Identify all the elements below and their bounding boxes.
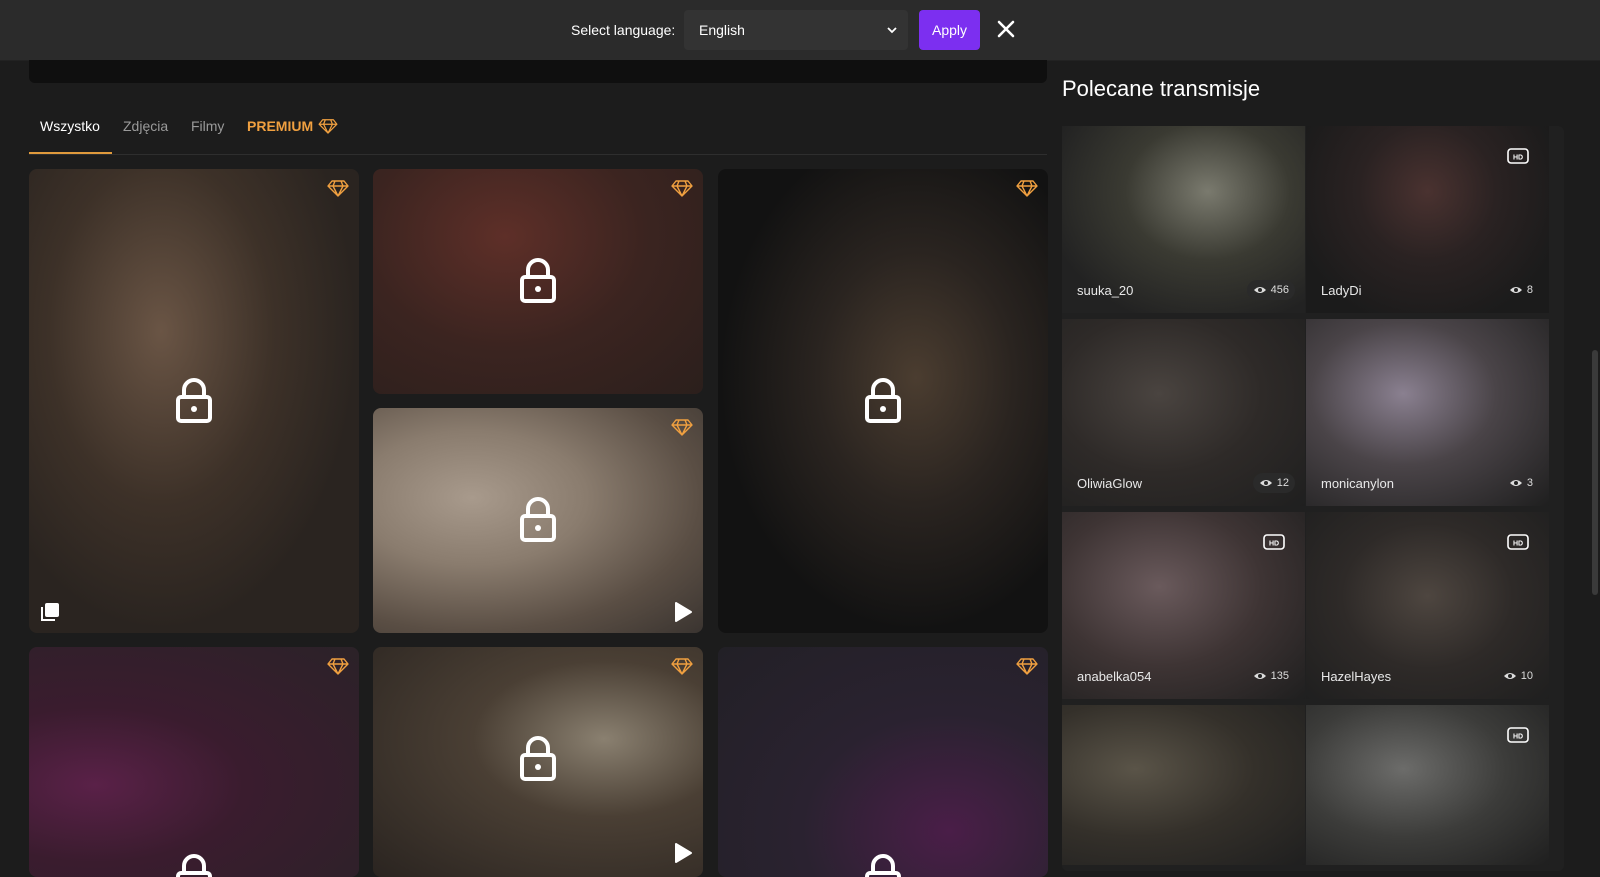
top-content-strip bbox=[29, 60, 1047, 83]
page-scrollbar[interactable] bbox=[1592, 350, 1598, 595]
lock-icon bbox=[865, 378, 901, 423]
viewer-count: 135 bbox=[1247, 666, 1295, 686]
lock-icon bbox=[865, 854, 901, 877]
stream-name: monicanylon bbox=[1321, 476, 1394, 491]
tab-photos[interactable]: Zdjęcia bbox=[123, 118, 168, 134]
stream-name: suuka_20 bbox=[1077, 283, 1134, 298]
eye-icon bbox=[1509, 480, 1522, 486]
gallery-card[interactable] bbox=[29, 169, 359, 633]
hd-icon: HD bbox=[1263, 534, 1285, 550]
tab-videos[interactable]: Filmy bbox=[191, 118, 224, 134]
recommended-streams-title: Polecane transmisje bbox=[1062, 76, 1261, 101]
content-tabs: Wszystko Zdjęcia Filmy PREMIUM bbox=[29, 105, 1047, 155]
viewer-count-value: 12 bbox=[1276, 477, 1289, 489]
svg-text:HD: HD bbox=[1513, 155, 1523, 162]
gem-icon bbox=[671, 419, 693, 436]
gallery-icon bbox=[41, 603, 59, 621]
eye-icon bbox=[1253, 673, 1266, 679]
eye-icon bbox=[1509, 287, 1522, 293]
lock-icon bbox=[520, 736, 556, 781]
lock-icon bbox=[176, 854, 212, 877]
svg-text:HD: HD bbox=[1269, 541, 1279, 548]
stream-card[interactable]: HD HazelHayes 10 bbox=[1306, 512, 1549, 699]
gem-icon bbox=[1016, 658, 1038, 675]
stream-card[interactable]: monicanylon 3 bbox=[1306, 319, 1549, 506]
play-icon bbox=[675, 602, 692, 622]
gallery-card[interactable] bbox=[29, 647, 359, 877]
gem-icon bbox=[671, 180, 693, 197]
gem-icon bbox=[1016, 180, 1038, 197]
language-selected-value: English bbox=[699, 22, 745, 38]
hd-icon: HD bbox=[1507, 148, 1529, 164]
svg-text:HD: HD bbox=[1513, 734, 1523, 741]
viewer-count-value: 10 bbox=[1520, 670, 1533, 682]
stream-name: anabelka054 bbox=[1077, 669, 1152, 684]
apply-button[interactable]: Apply bbox=[919, 10, 980, 50]
viewer-count-value: 456 bbox=[1270, 284, 1289, 296]
viewer-count: 456 bbox=[1246, 280, 1295, 300]
gallery-card[interactable] bbox=[373, 169, 703, 394]
stream-card[interactable]: HD bbox=[1306, 705, 1549, 865]
tab-premium-label: PREMIUM bbox=[247, 118, 314, 134]
language-label: Select language: bbox=[571, 22, 676, 38]
viewer-count-value: 135 bbox=[1270, 670, 1289, 682]
chevron-down-icon bbox=[887, 27, 897, 34]
gallery-card[interactable] bbox=[718, 647, 1048, 877]
language-bar: Select language: English Apply bbox=[0, 0, 1600, 61]
svg-text:HD: HD bbox=[1513, 541, 1523, 548]
play-icon bbox=[675, 843, 692, 863]
stream-name: LadyDi bbox=[1321, 283, 1362, 298]
gem-icon bbox=[318, 119, 338, 134]
language-select[interactable]: English bbox=[684, 10, 908, 50]
eye-icon bbox=[1259, 480, 1272, 486]
hd-icon: HD bbox=[1507, 727, 1529, 743]
viewer-count: 12 bbox=[1252, 473, 1295, 493]
viewer-count-value: 3 bbox=[1526, 477, 1533, 489]
gem-icon bbox=[327, 180, 349, 197]
lock-icon bbox=[176, 378, 212, 423]
viewer-count: 3 bbox=[1503, 473, 1539, 493]
gem-icon bbox=[671, 658, 693, 675]
eye-icon bbox=[1503, 673, 1516, 679]
stream-card[interactable]: HD LadyDi 8 bbox=[1306, 126, 1549, 313]
gallery-card[interactable] bbox=[718, 169, 1048, 633]
tab-all[interactable]: Wszystko bbox=[40, 118, 100, 134]
gallery-card[interactable] bbox=[373, 647, 703, 877]
stream-card[interactable] bbox=[1062, 705, 1305, 865]
viewer-count: 8 bbox=[1503, 280, 1539, 300]
close-icon[interactable] bbox=[995, 18, 1017, 40]
lock-icon bbox=[520, 497, 556, 542]
stream-name: OliwiaGlow bbox=[1077, 476, 1143, 491]
active-tab-underline bbox=[29, 152, 112, 154]
stream-card[interactable]: OliwiaGlow 12 bbox=[1062, 319, 1305, 506]
viewer-count-value: 8 bbox=[1526, 284, 1533, 296]
stream-name: HazelHayes bbox=[1321, 669, 1392, 684]
viewer-count: 10 bbox=[1497, 666, 1539, 686]
lock-icon bbox=[520, 258, 556, 303]
gallery-card[interactable] bbox=[373, 408, 703, 633]
tab-premium[interactable]: PREMIUM bbox=[247, 118, 338, 134]
stream-card[interactable]: HD anabelka054 135 bbox=[1062, 512, 1305, 699]
hd-icon: HD bbox=[1507, 534, 1529, 550]
gem-icon bbox=[327, 658, 349, 675]
eye-icon bbox=[1253, 287, 1266, 293]
stream-card[interactable]: suuka_20 456 bbox=[1062, 126, 1305, 313]
